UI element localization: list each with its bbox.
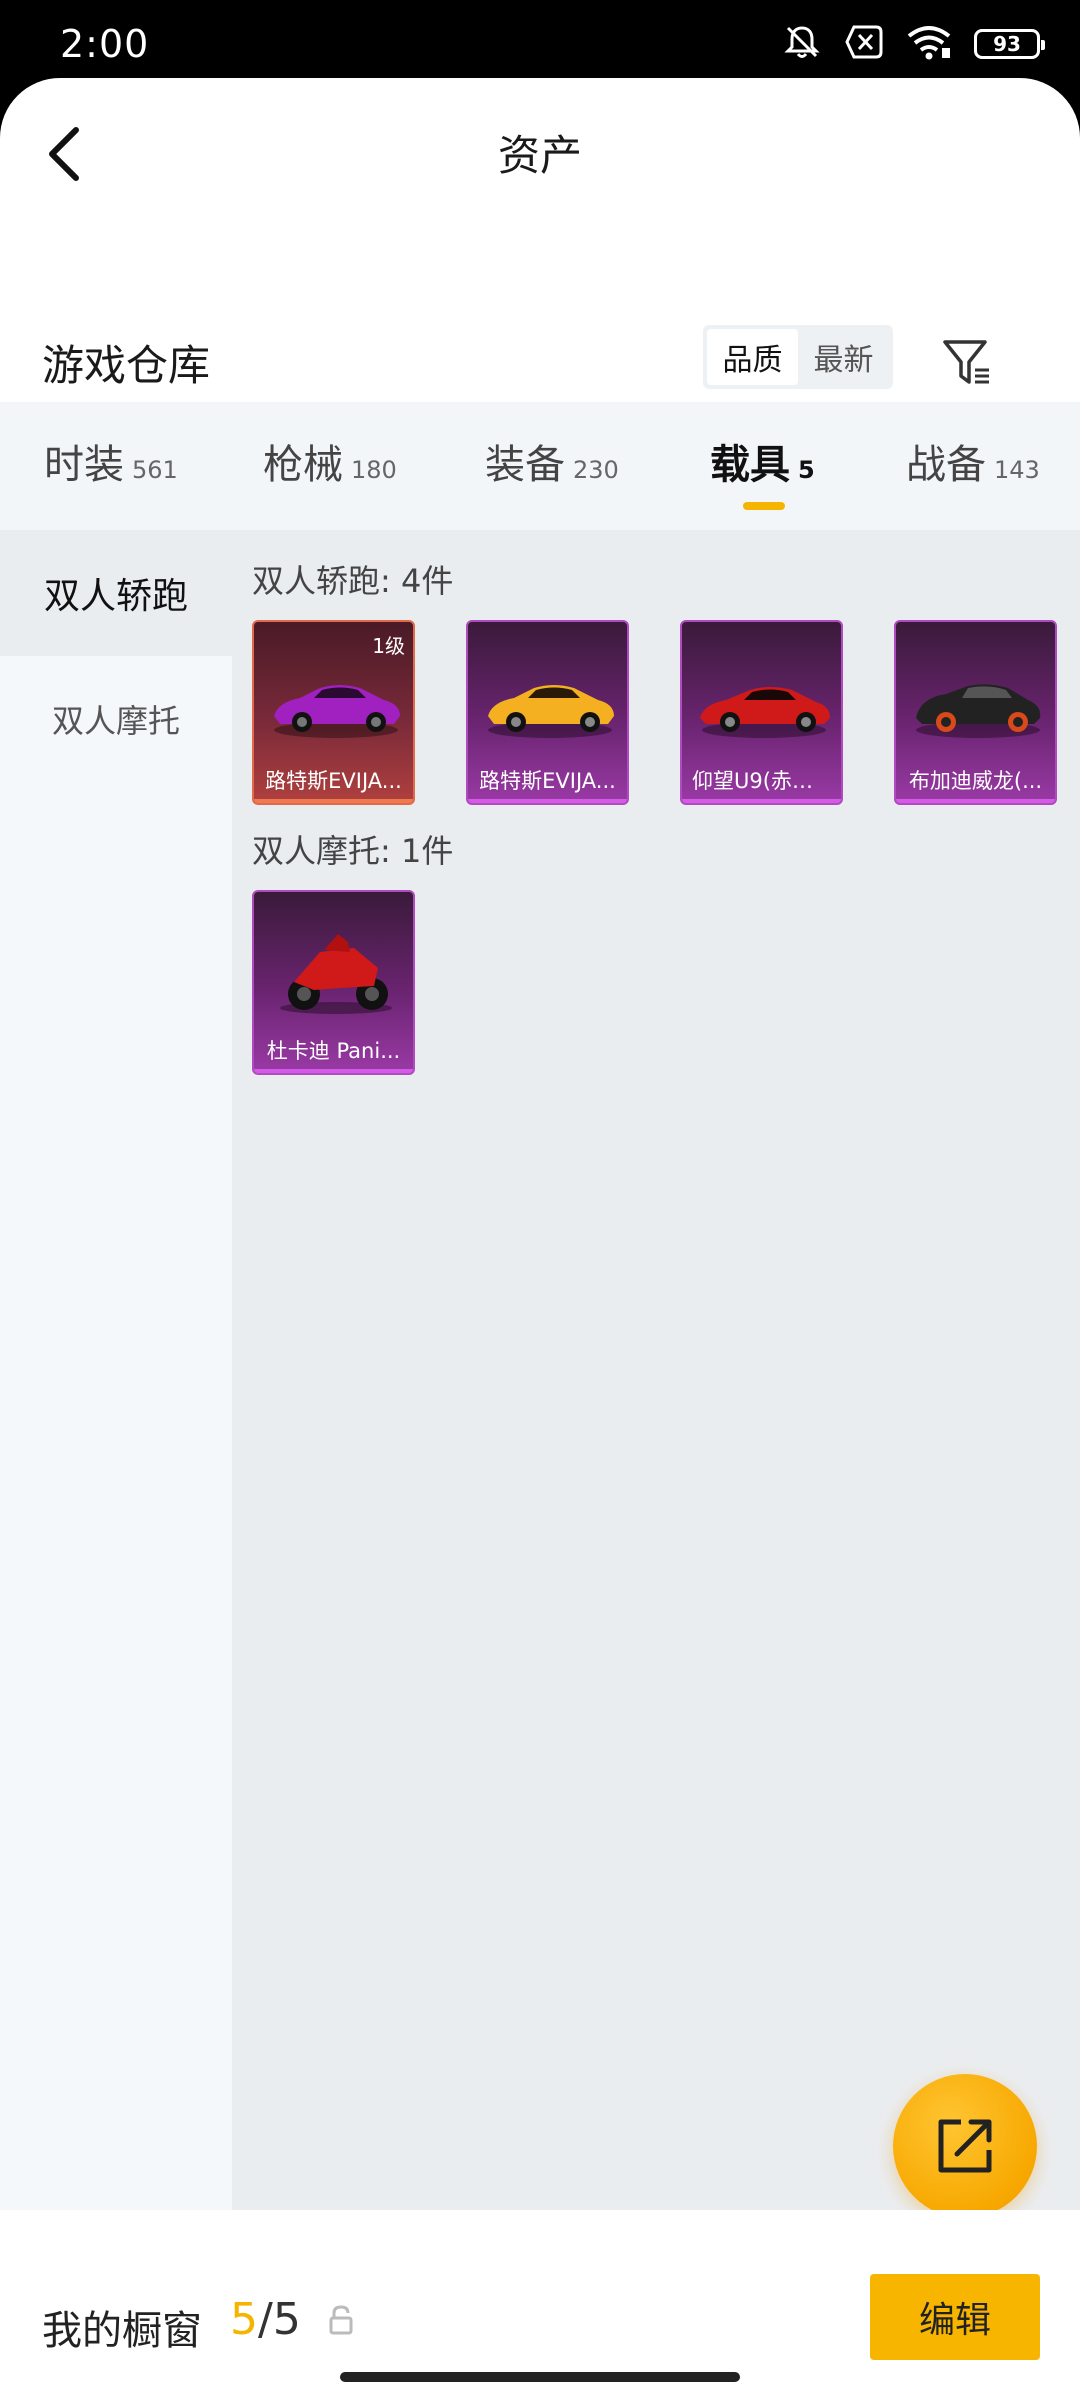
warehouse-header: 游戏仓库 品质 最新 bbox=[0, 298, 1080, 418]
share-button[interactable] bbox=[893, 2074, 1037, 2218]
header: 资产 bbox=[0, 78, 1080, 228]
tab-count: 143 bbox=[994, 456, 1040, 484]
no-sim-icon bbox=[844, 24, 884, 64]
status-time: 2:00 bbox=[60, 22, 150, 66]
item-name: 杜卡迪 Pani... bbox=[266, 1039, 401, 1063]
quality-bar bbox=[254, 1069, 413, 1073]
battery-icon: 93 bbox=[974, 29, 1045, 59]
content-area: 双人轿跑 双人摩托 双人轿跑: 4件 1级 路特斯EVIJA... 路特斯EVI… bbox=[0, 530, 1080, 2214]
showcase-total: /5 bbox=[258, 2294, 301, 2345]
quality-bar bbox=[896, 799, 1055, 803]
group-title-motorcycle: 双人摩托: 1件 bbox=[252, 832, 454, 870]
showcase-current: 5 bbox=[230, 2294, 258, 2345]
mute-icon bbox=[782, 22, 822, 66]
tab-label: 时装 bbox=[44, 442, 124, 488]
car-image bbox=[700, 687, 830, 738]
motorcycle-image bbox=[280, 934, 392, 1014]
sidebar-item-two-seat-motorcycle[interactable]: 双人摩托 bbox=[0, 656, 232, 782]
tab-label: 战备 bbox=[906, 442, 986, 488]
tab-label: 载具 bbox=[710, 442, 790, 488]
home-indicator bbox=[340, 2372, 740, 2382]
vehicle-card[interactable]: 杜卡迪 Pani... bbox=[252, 890, 415, 1075]
car-image bbox=[488, 685, 614, 738]
battery-level: 93 bbox=[993, 32, 1021, 56]
showcase-count: 5/5 bbox=[230, 2294, 301, 2345]
quality-bar bbox=[682, 799, 841, 803]
quality-bar bbox=[254, 799, 413, 803]
tab-firearms[interactable]: 枪械 180 bbox=[263, 432, 397, 490]
car-image bbox=[274, 685, 400, 738]
quality-bar bbox=[468, 799, 627, 803]
subcategory-sidebar: 双人轿跑 双人摩托 bbox=[0, 530, 232, 2214]
edit-button[interactable]: 编辑 bbox=[870, 2274, 1040, 2360]
group-title-sports-car: 双人轿跑: 4件 bbox=[252, 562, 454, 600]
item-name: 路特斯EVIJA... bbox=[479, 769, 616, 793]
sidebar-item-two-seat-sports-car[interactable]: 双人轿跑 bbox=[0, 530, 232, 656]
tab-count: 5 bbox=[798, 456, 815, 484]
tab-label: 装备 bbox=[485, 442, 565, 488]
page-title: 资产 bbox=[497, 131, 582, 180]
vehicle-card[interactable]: 仰望U9(赤霞... bbox=[680, 620, 843, 805]
item-name: 布加迪威龙(... bbox=[908, 769, 1043, 793]
share-icon bbox=[938, 2119, 992, 2173]
item-name: 路特斯EVIJA... bbox=[265, 769, 402, 793]
item-name: 仰望U9(赤霞... bbox=[692, 769, 833, 793]
showcase-label: 我的橱窗 bbox=[42, 2308, 202, 2354]
tab-equipment[interactable]: 装备 230 bbox=[485, 432, 619, 490]
tab-label: 枪械 bbox=[263, 442, 343, 488]
lock-icon bbox=[329, 2305, 353, 2335]
tab-fashion[interactable]: 时装 561 bbox=[44, 432, 178, 490]
vehicle-card[interactable]: 布加迪威龙(... bbox=[894, 620, 1057, 805]
status-bar: 2:00 93 bbox=[0, 0, 1080, 84]
tab-count: 180 bbox=[351, 456, 397, 484]
car-image bbox=[916, 684, 1041, 738]
tab-count: 230 bbox=[573, 456, 619, 484]
warehouse-title: 游戏仓库 bbox=[42, 341, 211, 390]
filter-button[interactable] bbox=[935, 330, 999, 394]
wifi-icon bbox=[906, 24, 952, 64]
sort-option-quality[interactable]: 品质 bbox=[707, 329, 798, 385]
app-surface: 资产 游戏仓库 品质 最新 时装 561 枪械 180 装备 230 载具 5 … bbox=[0, 78, 1080, 2400]
vehicle-card[interactable]: 路特斯EVIJA... bbox=[466, 620, 629, 805]
sort-toggle: 品质 最新 bbox=[703, 325, 893, 389]
filter-icon bbox=[943, 340, 989, 384]
active-tab-indicator bbox=[743, 502, 785, 510]
tab-war-prep[interactable]: 战备 143 bbox=[906, 432, 1040, 490]
tab-vehicles[interactable]: 载具 5 bbox=[710, 432, 815, 490]
sort-option-newest[interactable]: 最新 bbox=[798, 329, 889, 385]
vehicle-card[interactable]: 1级 路特斯EVIJA... bbox=[252, 620, 415, 805]
level-badge: 1级 bbox=[372, 634, 405, 658]
category-tabs: 时装 561 枪械 180 装备 230 载具 5 战备 143 bbox=[0, 402, 1080, 532]
status-icons: 93 bbox=[782, 22, 1045, 66]
tab-count: 561 bbox=[132, 456, 178, 484]
